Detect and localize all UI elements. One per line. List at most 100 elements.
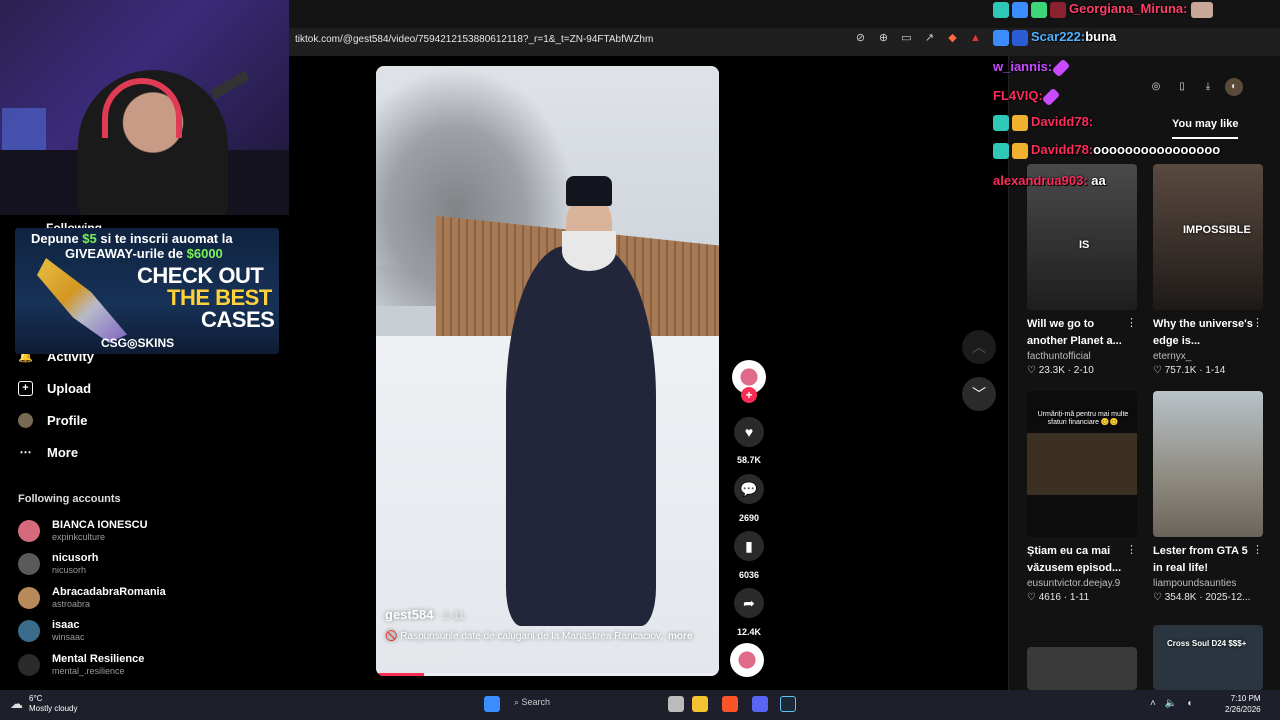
following-accounts-title: Following accounts — [18, 493, 121, 505]
heart-outline-icon: ♡ — [1027, 592, 1036, 603]
save-count: 6036 — [738, 570, 760, 580]
avatar — [18, 520, 40, 542]
ad-brand-logo: CSG◎SKINS — [101, 336, 175, 350]
video-thumbnail — [1153, 391, 1263, 537]
follow-plus-icon[interactable]: + — [741, 387, 757, 403]
following-account[interactable]: BIANCA IONESCU expinkculture — [18, 519, 148, 543]
tab-you-may-like[interactable]: You may like — [1172, 118, 1239, 139]
taskbar-clock[interactable]: 7:10 PM 2/26/2026 — [1225, 693, 1261, 715]
account-name: BIANCA IONESCU — [52, 519, 148, 531]
following-account[interactable]: nicusorh nicusorh — [18, 552, 98, 576]
video-thumbnail[interactable] — [1027, 647, 1137, 690]
nav-more[interactable]: ⋯ More — [18, 445, 79, 460]
more-options-icon[interactable]: ⋮ — [1252, 316, 1263, 329]
chat-badge-icon — [1012, 142, 1028, 159]
taskbar-search[interactable]: ⌕ Search — [514, 697, 550, 708]
zoom-icon[interactable]: ⊕ — [877, 32, 890, 45]
share-button[interactable]: ➦ — [734, 588, 764, 618]
file-explorer-icon[interactable] — [692, 696, 708, 712]
thumbnail-text: IMPOSSIBLE — [1183, 224, 1251, 236]
video-progress-bar[interactable] — [376, 673, 719, 676]
recommended-video-card[interactable]: IMPOSSIBLE Why the universe's edge is...… — [1153, 164, 1265, 376]
chat-message: FL4VIQ: — [993, 87, 1061, 106]
url-text[interactable]: tiktok.com/@gest584/video/75942121538806… — [295, 34, 653, 45]
chevron-down-icon: ﹀ — [972, 386, 986, 402]
brave-shield-icon[interactable]: ◆ — [946, 32, 959, 45]
recommended-video-card[interactable]: Lester from GTA 5 in real life! liampoun… — [1153, 391, 1265, 603]
nav-upload[interactable]: + Upload — [18, 381, 91, 396]
video-author[interactable]: gest584 · 1-11 — [385, 607, 464, 622]
chat-emote-icon — [1051, 58, 1071, 77]
chat-badge-icon — [1031, 1, 1047, 18]
screen: tiktok.com/@gest584/video/75942121538806… — [0, 0, 1280, 720]
chat-emote-icon — [1191, 1, 1214, 18]
previous-video-button[interactable]: ︿ — [962, 330, 996, 364]
nav-upload-label: Upload — [47, 381, 92, 396]
card-meta: ♡ 23.3K · 2-10 — [1027, 365, 1094, 376]
windows-taskbar: ☁ 6°C Mostly cloudy ⌕ Search ˄ 🔈 ◖ 7:10 P… — [0, 690, 1280, 720]
weather-temp: 6°C — [29, 694, 43, 703]
card-title: Why the universe's edge is... — [1153, 318, 1253, 347]
next-video-button[interactable]: ﹀ — [962, 377, 996, 411]
video-person — [486, 176, 656, 636]
steam-icon[interactable] — [780, 696, 796, 712]
compass-icon[interactable]: ◎ — [1147, 78, 1165, 96]
save-button[interactable]: ▮ — [734, 531, 764, 561]
chat-message: Davidd78: — [993, 114, 1093, 131]
address-bar[interactable]: tiktok.com/@gest584/video/75942121538806… — [289, 28, 1280, 54]
chat-message: w_iannis: — [993, 58, 1071, 77]
nav-profile[interactable]: Profile — [18, 413, 87, 428]
cast-icon[interactable]: ▭ — [900, 32, 913, 45]
following-account[interactable]: isaac winsaac — [18, 619, 85, 643]
account-name: nicusorh — [52, 552, 99, 564]
thumbnail-frame — [1027, 433, 1137, 495]
recommended-video-card[interactable]: IS Will we go to another Planet a... fac… — [1027, 164, 1139, 376]
thumbnail-text: Urmăriți-mă pentru mai multe sfaturi fin… — [1037, 411, 1129, 426]
share-arrow-icon: ➦ — [743, 595, 755, 611]
speaker-icon[interactable]: 🔈 — [1165, 698, 1177, 709]
like-button[interactable]: ♥ — [734, 417, 764, 447]
share-icon[interactable]: ↗ — [923, 32, 936, 45]
task-view-icon[interactable] — [668, 696, 684, 712]
caption-more-link[interactable]: more — [668, 631, 692, 642]
avatar — [18, 553, 40, 575]
recommended-video-card[interactable]: Urmăriți-mă pentru mai multe sfaturi fin… — [1027, 391, 1139, 603]
thumbnail-text: Cross Soul D24 $$$+ — [1167, 639, 1247, 648]
following-account[interactable]: AbracadabraRomania astroabra — [18, 586, 166, 610]
chevron-up-icon: ︿ — [972, 339, 986, 355]
user-avatar-icon[interactable]: ◐ — [1225, 78, 1243, 96]
more-options-icon[interactable]: ⋮ — [1252, 543, 1263, 556]
ad-line-1: Depune $5 si te inscrii auomat la — [31, 231, 233, 246]
rewards-icon[interactable]: ▲ — [969, 32, 982, 45]
browser-toolbar: ⊘ ⊕ ▭ ↗ ◆ ▲ — [854, 32, 982, 45]
more-options-icon[interactable]: ⋮ — [1126, 316, 1137, 329]
video-player[interactable]: gest584 · 1-11 🚫 Raspunsurile date de ca… — [376, 66, 719, 676]
comment-icon: 💬 — [740, 481, 758, 497]
volume-icon[interactable]: ◖ — [1186, 698, 1192, 709]
video-date: · 1-11 — [433, 610, 465, 622]
music-disc-icon[interactable] — [730, 643, 764, 677]
following-account[interactable]: Mental Resilience mental_.resilience — [18, 653, 144, 677]
more-options-icon[interactable]: ⋮ — [1126, 543, 1137, 556]
account-handle: winsaac — [52, 632, 85, 642]
brave-browser-icon[interactable] — [722, 696, 738, 712]
heart-outline-icon: ♡ — [1153, 365, 1162, 376]
windows-start-icon[interactable] — [484, 696, 500, 712]
video-thumbnail: Urmăriți-mă pentru mai multe sfaturi fin… — [1027, 391, 1137, 537]
chevron-up-icon[interactable]: ˄ — [1150, 698, 1156, 709]
account-handle: nicusorh — [52, 565, 87, 575]
discord-icon[interactable] — [752, 696, 768, 712]
mobile-icon[interactable]: ▯ — [1173, 78, 1191, 96]
chat-badge-icon — [1050, 1, 1066, 18]
share-count: 12.4K — [736, 627, 762, 637]
weather-widget[interactable]: ☁ 6°C Mostly cloudy — [10, 694, 77, 714]
video-thumbnail[interactable]: Cross Soul D24 $$$+ — [1153, 625, 1263, 690]
download-icon[interactable]: ⤓ — [1199, 78, 1217, 96]
comment-button[interactable]: 💬 — [734, 474, 764, 504]
weather-desc: Mostly cloudy — [29, 704, 78, 713]
comment-count: 2690 — [738, 513, 760, 523]
see-translation-link[interactable]: See translation — [385, 651, 457, 662]
ad-line-2: GIVEAWAY-urile de $6000 — [65, 246, 223, 261]
csgo-skins-ad[interactable]: Depune $5 si te inscrii auomat la GIVEAW… — [15, 228, 279, 354]
mute-icon[interactable]: ⊘ — [854, 32, 867, 45]
